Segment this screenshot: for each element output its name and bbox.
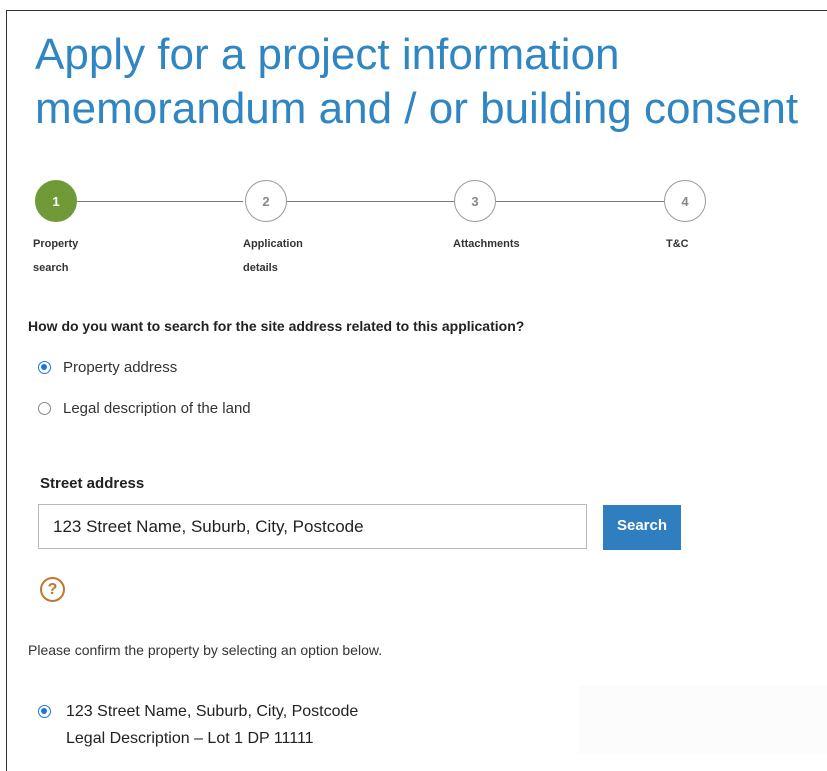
property-result-option[interactable]: 123 Street Name, Suburb, City, Postcode … — [38, 698, 358, 752]
street-address-label: Street address — [40, 475, 145, 492]
result-background — [578, 685, 827, 754]
page-title: Apply for a project information memorand… — [35, 30, 799, 133]
radio-button-selected[interactable] — [38, 705, 51, 718]
result-text: 123 Street Name, Suburb, City, Postcode … — [66, 698, 358, 752]
step-1-label: Property search — [33, 238, 79, 274]
result-address: 123 Street Name, Suburb, City, Postcode — [66, 703, 359, 720]
step-1-indicator: 1 — [35, 180, 77, 222]
option-label: Property address — [63, 359, 178, 376]
confirm-instruction: Please confirm the property by selecting… — [28, 642, 383, 658]
result-legal-description: Legal Description – Lot 1 DP 11111 — [66, 730, 314, 747]
search-method-question: How do you want to search for the site a… — [28, 318, 525, 334]
search-button[interactable]: Search — [603, 505, 681, 550]
street-address-input[interactable] — [38, 504, 587, 549]
step-connector — [77, 201, 243, 202]
step-connector — [287, 201, 454, 202]
step-4-indicator: 4 — [664, 180, 706, 222]
step-3-indicator: 3 — [454, 180, 496, 222]
option-label: Legal description of the land — [63, 400, 251, 417]
radio-button[interactable] — [38, 402, 51, 415]
radio-button-selected[interactable] — [38, 361, 51, 374]
step-3-label: Attachments — [453, 238, 520, 250]
property-address-option[interactable]: Property address — [38, 359, 177, 376]
step-2-indicator: 2 — [245, 180, 287, 222]
legal-description-option[interactable]: Legal description of the land — [38, 400, 251, 417]
step-connector — [496, 201, 664, 202]
step-2-label: Application details — [243, 238, 303, 274]
help-icon[interactable]: ? — [40, 577, 65, 602]
step-4-label: T&C — [666, 238, 689, 250]
